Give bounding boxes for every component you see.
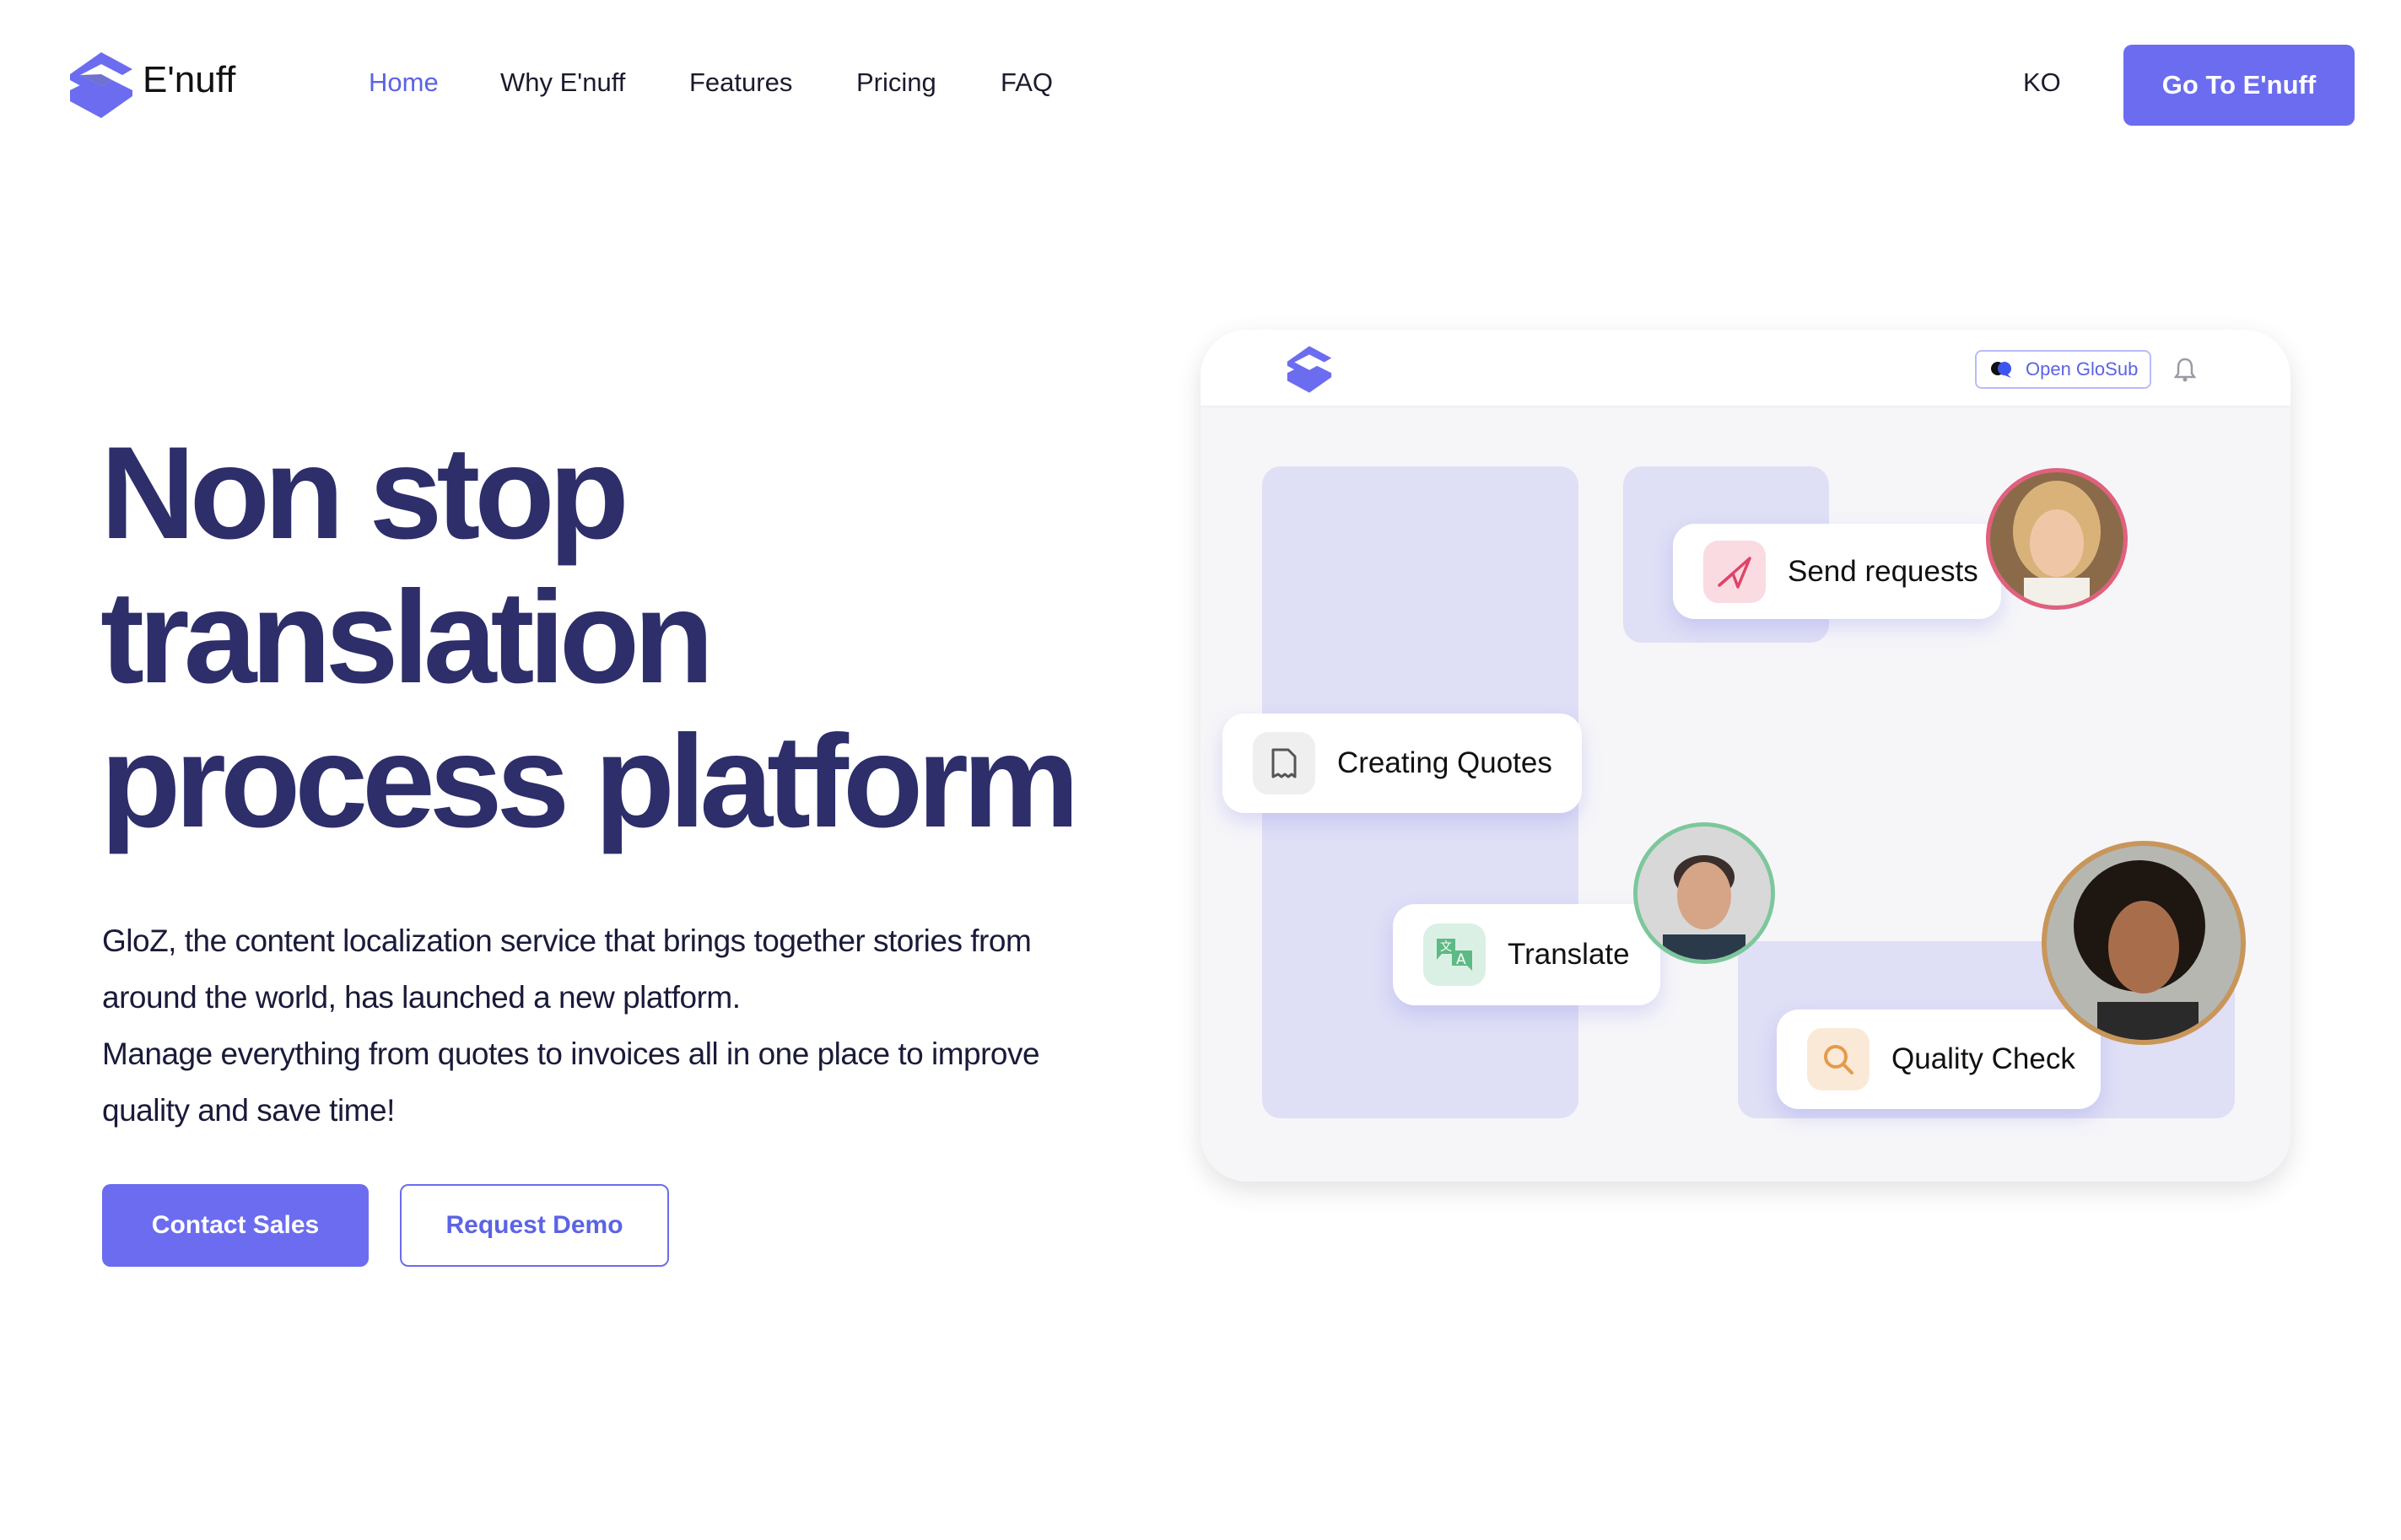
logo-icon bbox=[70, 52, 132, 118]
request-demo-button[interactable]: Request Demo bbox=[400, 1184, 669, 1267]
svg-text:A: A bbox=[1456, 951, 1466, 968]
description-line: GloZ, the content localization service t… bbox=[102, 923, 1032, 958]
nav-why-enuff[interactable]: Why E'nuff bbox=[500, 67, 625, 98]
step-quality-check: Quality Check bbox=[1777, 1010, 2101, 1109]
description-line: Manage everything from quotes to invoice… bbox=[102, 1037, 1040, 1071]
chat-toggle-icon bbox=[1991, 362, 2011, 378]
hero-title: Non stop translation process platform bbox=[100, 422, 1197, 854]
nav-features[interactable]: Features bbox=[689, 67, 792, 98]
document-icon bbox=[1253, 732, 1315, 794]
step-label: Quality Check bbox=[1891, 1042, 2075, 1075]
nav-pricing[interactable]: Pricing bbox=[856, 67, 936, 98]
hero-title-line: translation bbox=[100, 564, 714, 711]
preview-logo-icon bbox=[1287, 346, 1332, 393]
nav-faq[interactable]: FAQ bbox=[1001, 67, 1053, 98]
avatar-translator bbox=[1633, 822, 1775, 964]
description-line: around the world, has launched a new pla… bbox=[102, 980, 741, 1015]
hero-description: GloZ, the content localization service t… bbox=[102, 913, 1157, 1139]
step-creating-quotes: Creating Quotes bbox=[1222, 713, 1582, 813]
step-label: Send requests bbox=[1788, 554, 1978, 588]
brand-logo[interactable] bbox=[68, 51, 134, 120]
bell-icon[interactable] bbox=[2174, 357, 2196, 382]
language-switch[interactable]: KO bbox=[2023, 67, 2061, 98]
svg-text:文: 文 bbox=[1440, 940, 1452, 954]
hero-title-line: Non stop bbox=[100, 420, 629, 567]
description-line: quality and save time! bbox=[102, 1093, 395, 1128]
send-icon bbox=[1703, 540, 1766, 603]
brand-name[interactable]: E'nuff bbox=[143, 59, 235, 101]
avatar-reviewer bbox=[2042, 841, 2246, 1045]
preview-header: Open GloSub bbox=[1200, 330, 2290, 407]
open-glosub-label: Open GloSub bbox=[2026, 358, 2139, 380]
step-send-requests: Send requests bbox=[1673, 524, 2001, 619]
go-to-enuff-button[interactable]: Go To E'nuff bbox=[2123, 45, 2355, 126]
nav-home[interactable]: Home bbox=[369, 67, 439, 98]
search-icon bbox=[1807, 1028, 1870, 1090]
open-glosub-button[interactable]: Open GloSub bbox=[1975, 350, 2151, 389]
contact-sales-button[interactable]: Contact Sales bbox=[102, 1184, 369, 1267]
step-label: Creating Quotes bbox=[1337, 746, 1552, 779]
step-translate: 文A Translate bbox=[1393, 904, 1660, 1005]
hero-title-line: process platform bbox=[100, 708, 1080, 855]
avatar-requester bbox=[1986, 468, 2128, 610]
translate-icon: 文A bbox=[1423, 923, 1486, 986]
step-label: Translate bbox=[1508, 938, 1630, 971]
